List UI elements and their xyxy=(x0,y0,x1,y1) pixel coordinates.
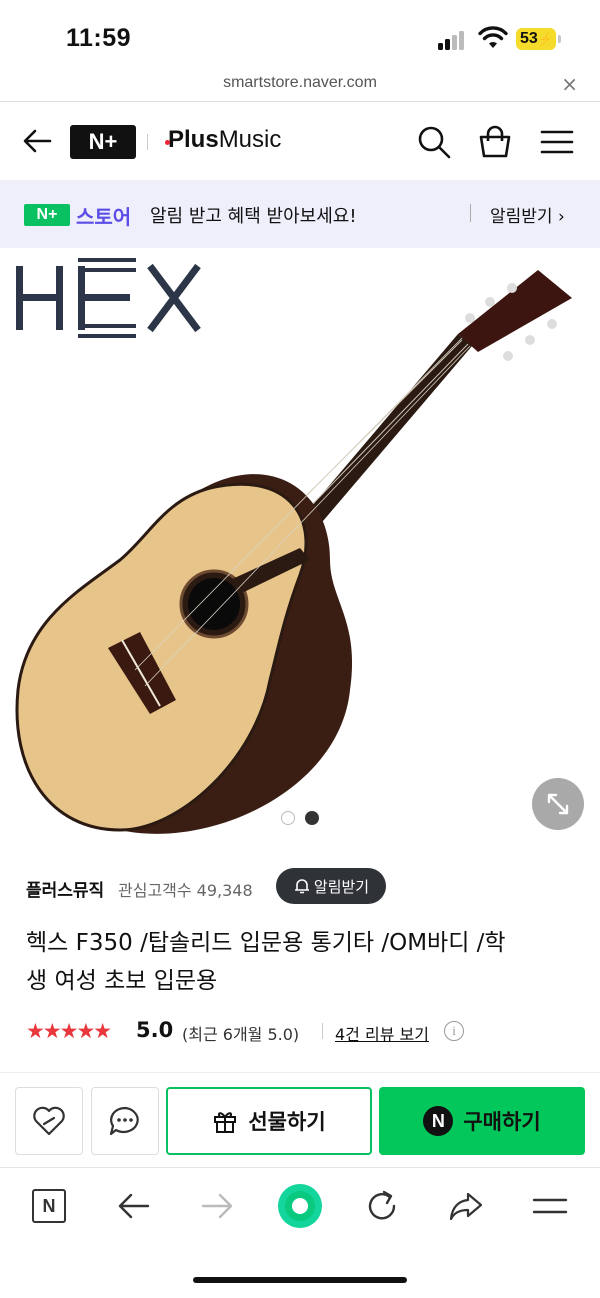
seller-alarm-label: 알림받기 xyxy=(313,877,370,896)
carousel-dot-active[interactable] xyxy=(305,811,319,825)
acoustic-guitar-image xyxy=(15,270,572,834)
store-alarm-banner[interactable]: N+ 스토어 알림 받고 혜택 받아보세요! 알림받기 › xyxy=(0,180,600,248)
naver-plus-badge: N+ xyxy=(24,204,70,226)
rating-recent: (최근 6개월 5.0) xyxy=(182,1025,300,1044)
naver-plus-store-logo: N+ 스토어 xyxy=(24,203,132,229)
product-title-line-2: 생 여성 초보 입문용 xyxy=(26,968,218,994)
purchase-action-bar: 선물하기 N 구매하기 xyxy=(0,1072,600,1168)
battery-indicator: 53⚡ xyxy=(516,28,561,50)
naver-home-button[interactable]: N xyxy=(29,1186,69,1226)
wishlist-button[interactable] xyxy=(15,1087,83,1155)
naver-plus-logo[interactable]: N+ xyxy=(70,125,136,159)
buy-button[interactable]: N 구매하기 xyxy=(379,1087,585,1155)
battery-level: 53 xyxy=(520,30,538,47)
naver-home-icon: N xyxy=(32,1189,66,1223)
gift-icon xyxy=(214,1112,237,1133)
store-name-bold: Plus xyxy=(168,126,219,153)
expand-image-button[interactable] xyxy=(532,778,584,830)
buy-button-label: 구매하기 xyxy=(463,1110,541,1134)
gift-button-label: 선물하기 xyxy=(248,1110,326,1134)
seller-alarm-button[interactable]: 알림받기 xyxy=(276,868,386,904)
chat-bubble-icon xyxy=(109,1106,139,1136)
naver-home-letter: N xyxy=(42,1195,56,1216)
browser-forward-icon[interactable] xyxy=(197,1186,237,1226)
status-time: 11:59 xyxy=(66,24,132,52)
header-divider xyxy=(147,134,148,150)
store-name-rest: Music xyxy=(218,126,282,153)
store-name[interactable]: PlusMusic xyxy=(168,126,281,154)
banner-message: 알림 받고 혜택 받아보세요! xyxy=(150,206,357,227)
seller-name[interactable]: 플러스뮤직 xyxy=(26,876,104,901)
browser-menu-icon[interactable] xyxy=(530,1186,570,1226)
search-icon[interactable] xyxy=(416,124,452,160)
rating-summary: ★★★★★ 5.0 (최근 6개월 5.0) 4건 리뷰 보기 i xyxy=(26,1016,586,1046)
cellular-signal-icon xyxy=(438,30,470,50)
expand-icon xyxy=(547,793,569,815)
status-bar: 11:59 53⚡ xyxy=(0,0,600,72)
product-title: 헥스 F350 /탑솔리드 입문용 통기타 /OM바디 /학 생 여성 초보 입… xyxy=(26,924,576,1000)
rating-score: 5.0 xyxy=(136,1018,174,1042)
shopping-bag-icon[interactable] xyxy=(477,124,513,160)
heart-icon xyxy=(33,1106,65,1136)
gift-button[interactable]: 선물하기 xyxy=(166,1087,372,1155)
bell-plus-icon xyxy=(294,879,309,894)
close-icon[interactable]: × xyxy=(561,72,578,96)
browser-url-bar[interactable]: smartstore.naver.com × xyxy=(0,68,600,102)
carousel-dot[interactable] xyxy=(281,811,295,825)
rating-divider xyxy=(322,1023,323,1039)
rating-stars: ★★★★★ xyxy=(26,1019,112,1043)
chat-button[interactable] xyxy=(91,1087,159,1155)
menu-icon[interactable] xyxy=(539,124,575,160)
carousel-indicator xyxy=(281,811,319,825)
product-title-line-1: 헥스 F350 /탑솔리드 입문용 통기타 /OM바디 /학 xyxy=(26,930,506,956)
seller-info: 플러스뮤직 관심고객수 49,348 알림받기 xyxy=(26,868,586,904)
refresh-icon[interactable] xyxy=(362,1186,402,1226)
seller-followers: 관심고객수 49,348 xyxy=(118,881,253,900)
reviews-link[interactable]: 4건 리뷰 보기 xyxy=(335,1021,429,1045)
naver-plus-logo-text: N+ xyxy=(88,129,118,154)
url-text[interactable]: smartstore.naver.com xyxy=(0,74,600,92)
back-arrow-icon[interactable] xyxy=(22,128,52,154)
home-indicator[interactable] xyxy=(193,1277,407,1283)
banner-divider xyxy=(470,204,471,222)
info-icon[interactable]: i xyxy=(444,1021,464,1041)
store-header: N+ PlusMusic xyxy=(0,102,600,180)
share-icon[interactable] xyxy=(446,1186,486,1226)
wifi-icon xyxy=(478,26,508,48)
banner-alarm-link[interactable]: 알림받기 › xyxy=(490,202,565,227)
naver-pay-icon: N xyxy=(423,1106,454,1136)
naver-green-dot-icon[interactable] xyxy=(276,1182,324,1230)
store-logo-text: 스토어 xyxy=(76,204,132,229)
browser-back-icon[interactable] xyxy=(114,1186,154,1226)
